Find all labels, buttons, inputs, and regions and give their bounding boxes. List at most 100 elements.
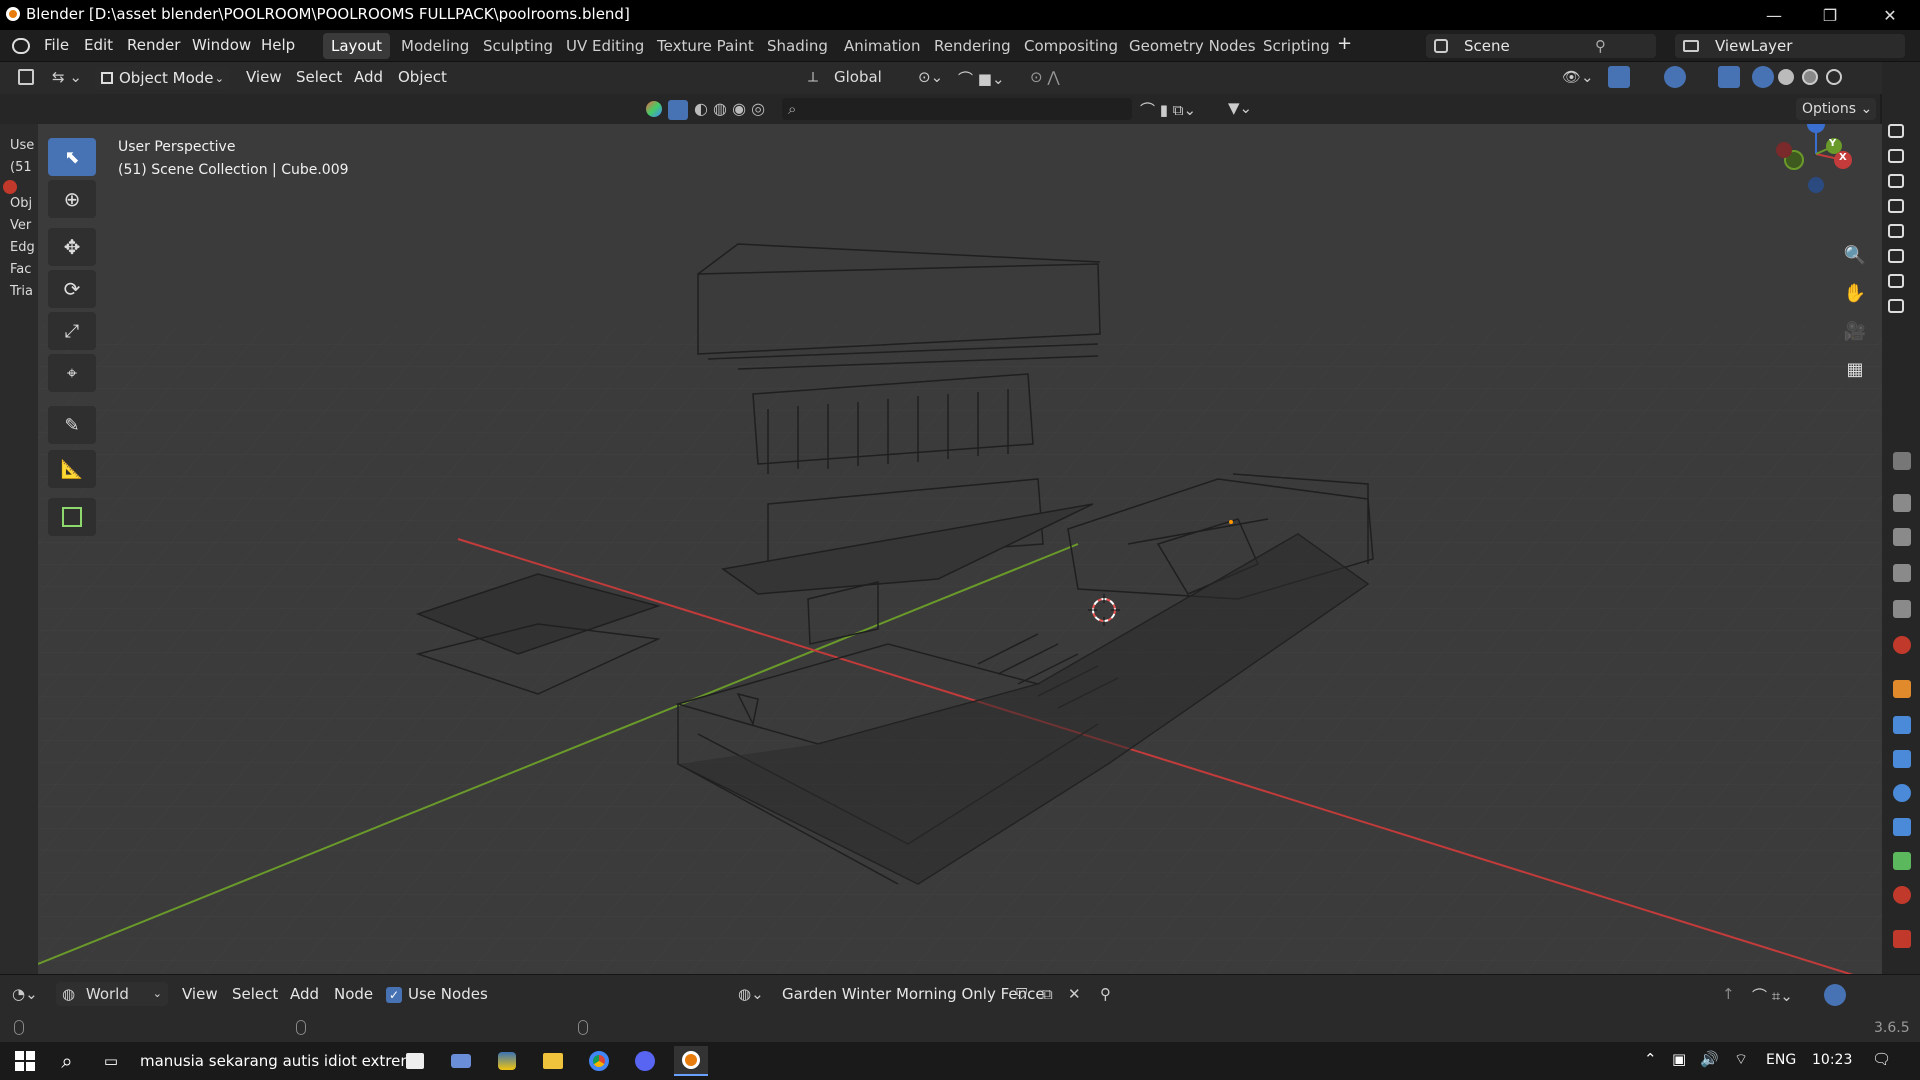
taskbar-window-text[interactable]: manusia sekarang autis idiot extreme [140,1052,424,1070]
gizmo-axis-y[interactable]: Y [1829,138,1836,149]
texture-props-icon[interactable] [1893,930,1911,948]
restore-icon[interactable]: ❐ [1802,0,1858,30]
node-menu-select[interactable]: Select [232,985,278,1003]
node-menu-add[interactable]: Add [290,985,319,1003]
python-icon[interactable] [490,1046,524,1076]
mode-selector[interactable]: Object Mode ⌄ [95,66,230,90]
visibility-icon[interactable]: 👁⌄ [1562,68,1594,86]
viewport-menu-object[interactable]: Object [398,68,447,86]
physics-props-icon[interactable] [1893,784,1911,802]
gizmo-axis-z[interactable]: Z [1811,124,1818,127]
gizmo-axis-x[interactable]: X [1839,152,1847,163]
task-view-icon[interactable]: ▭ [94,1046,128,1076]
editor-type-icon[interactable]: ◔⌄ [12,985,38,1003]
tab-scripting[interactable]: Scripting [1255,33,1338,59]
discord-icon[interactable] [628,1046,662,1076]
rotate-tool[interactable]: ⟳ [48,270,96,308]
duplicate-icon[interactable]: ⧉ [1042,985,1053,1003]
pivot-icon[interactable]: ⊙⌄ [918,68,943,86]
rendered-shading-icon[interactable] [1826,69,1842,85]
camera-icon[interactable] [1888,149,1904,163]
blender-menu-icon[interactable] [12,38,30,54]
tab-uv-editing[interactable]: UV Editing [558,33,652,59]
solid-shading-icon[interactable] [1778,69,1794,85]
wifi-icon[interactable]: ⌔ [1734,1050,1748,1069]
fake-user-icon[interactable]: ⛉ [1016,985,1027,1003]
world-browse-icon[interactable]: ◍⌄ [738,985,764,1003]
camera-icon[interactable] [1888,224,1904,238]
viewport-menu-view[interactable]: View [246,68,282,86]
camera-icon[interactable] [1888,174,1904,188]
tab-texture-paint[interactable]: Texture Paint [649,33,762,59]
tab-layout[interactable]: Layout [323,33,390,59]
node-menu-node[interactable]: Node [334,985,373,1003]
cursor-tool[interactable]: ⊕ [48,180,96,218]
close-icon[interactable]: ✕ [1862,0,1918,30]
menu-help[interactable]: Help [261,36,295,54]
clock[interactable]: 10:23 [1812,1052,1852,1068]
tray-chevron-icon[interactable]: ⌃ [1644,1050,1657,1068]
camera-icon[interactable] [1888,249,1904,263]
gizmo-icon[interactable] [1608,66,1630,88]
add-workspace-icon[interactable]: + [1337,33,1352,54]
move-tool[interactable]: ✥ [48,228,96,266]
output-props-icon[interactable] [1893,528,1911,546]
tool-settings-icon[interactable] [1893,452,1911,470]
camera-icon[interactable] [1888,199,1904,213]
world-props-icon[interactable] [1893,636,1911,654]
scale-tool[interactable]: ⤢ [48,312,96,350]
bookmark-icon[interactable]: ⌒ ▮ ⧉⌄ [1140,99,1196,120]
viewport-menu-select[interactable]: Select [296,68,342,86]
notifications-icon[interactable]: 🗨 [1872,1050,1891,1068]
menu-render[interactable]: Render [127,36,180,54]
wire-mode-icon[interactable] [668,100,688,120]
app-icon[interactable] [444,1046,478,1076]
filter-icons[interactable]: ◐ ◍ ◉ ◎ [694,99,765,118]
zoom-icon[interactable]: 🔍 [1838,238,1872,272]
render-props-icon[interactable] [1893,494,1911,512]
scene-selector[interactable]: Scene ⚲ [1426,34,1656,58]
xray-icon[interactable] [1718,66,1740,88]
wireframe-shading-icon[interactable] [1752,66,1774,88]
filter-funnel-icon[interactable]: ▼⌄ [1228,99,1252,117]
camera-view-icon[interactable]: 🎥 [1838,314,1872,348]
add-cube-tool[interactable] [48,498,96,536]
tab-geometry-nodes[interactable]: Geometry Nodes [1121,33,1264,59]
transform-orientation[interactable]: Global [834,68,882,86]
tab-rendering[interactable]: Rendering [926,33,1019,59]
search-icon[interactable]: ⌕ [50,1046,84,1076]
node-overlay-icon[interactable] [1824,984,1846,1006]
material-props-icon[interactable] [1893,886,1911,904]
menu-edit[interactable]: Edit [84,36,113,54]
camera-icon[interactable] [1888,274,1904,288]
modifier-props-icon[interactable] [1893,716,1911,734]
node-menu-view[interactable]: View [182,985,218,1003]
transform-dropdown-icon[interactable]: ⇆ ⌄ [52,68,82,86]
volume-icon[interactable]: 🔊 [1700,1050,1719,1068]
parent-node-icon[interactable]: ↑ [1722,985,1735,1003]
tab-sculpting[interactable]: Sculpting [475,33,561,59]
constraints-props-icon[interactable] [1893,818,1911,836]
transform-tool[interactable]: ⌖ [48,354,96,392]
overlay-icon[interactable] [1664,66,1686,88]
language-indicator[interactable]: ENG [1766,1052,1796,1068]
annotate-tool[interactable]: ✎ [48,406,96,444]
material-shading-icon[interactable] [1802,69,1818,85]
tray-meet-icon[interactable]: ▣ [1672,1050,1686,1068]
camera-icon[interactable] [1888,124,1904,138]
world-selector[interactable]: ◍ World ⌄ [56,982,168,1006]
use-nodes-label[interactable]: Use Nodes [408,985,488,1003]
shading-color-icon[interactable] [646,101,662,117]
tab-compositing[interactable]: Compositing [1016,33,1126,59]
blender-taskbar-icon[interactable] [674,1046,708,1076]
select-box-tool[interactable]: ⬉ [48,138,96,176]
windows-start-icon[interactable] [8,1046,42,1076]
minimize-icon[interactable]: — [1746,0,1802,30]
file-explorer-icon[interactable] [536,1046,570,1076]
data-props-icon[interactable] [1893,852,1911,870]
editor-type-icon[interactable] [18,69,34,85]
viewport-search-input[interactable]: ⌕ [782,98,1132,120]
menu-file[interactable]: File [44,36,69,54]
pan-hand-icon[interactable]: ✋ [1838,276,1872,310]
ortho-grid-icon[interactable]: ▦ [1838,352,1872,386]
